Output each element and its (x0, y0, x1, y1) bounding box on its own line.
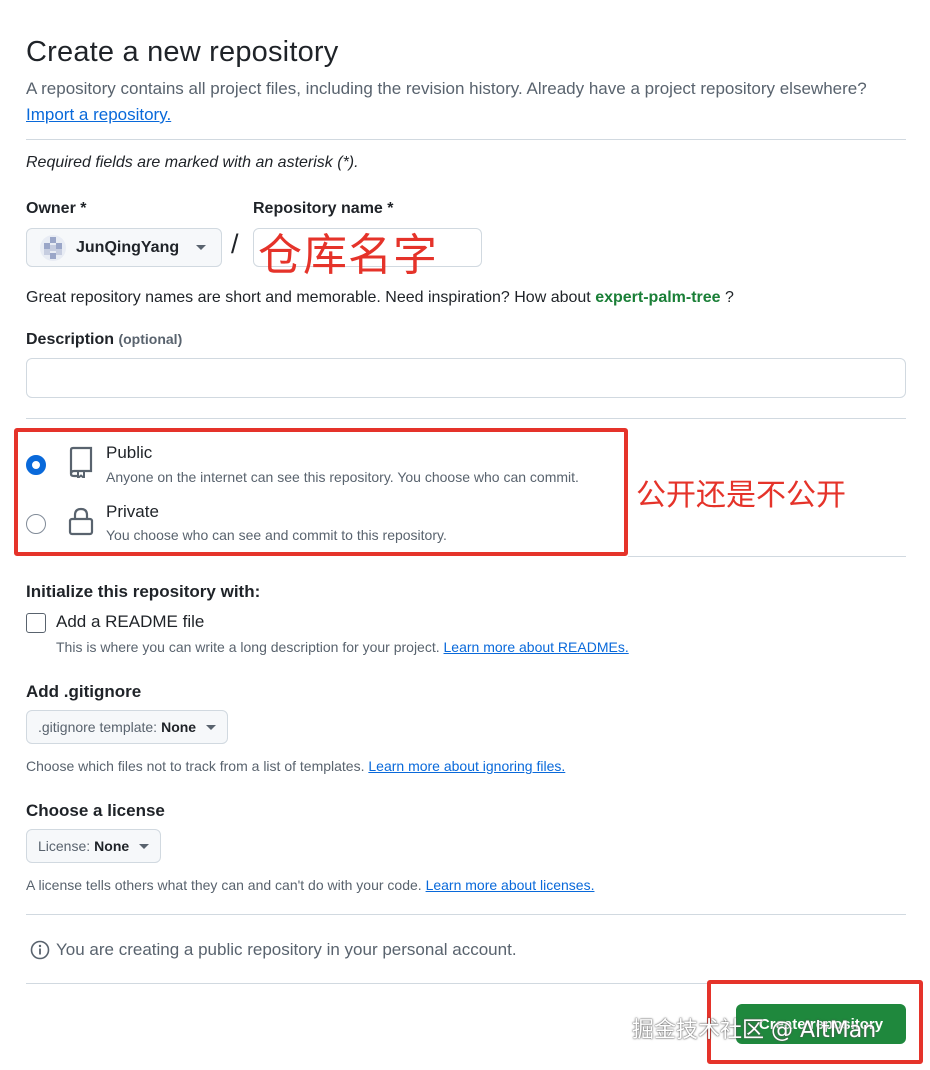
divider (628, 556, 906, 557)
import-repository-link[interactable]: Import a repository. (26, 105, 171, 125)
info-message: You are creating a public repository in … (30, 940, 517, 960)
public-radio[interactable] (26, 455, 46, 475)
add-readme-label[interactable]: Add a README file (56, 612, 204, 632)
avatar (40, 234, 66, 261)
description-label: Description (optional) (26, 331, 182, 349)
optional-tag: (optional) (118, 331, 183, 347)
page-title: Create a new repository (26, 36, 339, 68)
gitignore-select-prefix: .gitignore template: (38, 719, 158, 735)
info-text: You are creating a public repository in … (56, 940, 517, 959)
initialize-section-title: Initialize this repository with: (26, 582, 261, 601)
private-radio[interactable] (26, 514, 46, 534)
license-help: A license tells others what they can and… (26, 877, 594, 893)
repository-name-annotation: 仓库名字 (258, 230, 438, 281)
license-help-text: A license tells others what they can and… (26, 877, 422, 893)
required-fields-note: Required fields are marked with an aster… (26, 154, 359, 171)
lock-icon (68, 507, 94, 536)
create-repository-button[interactable]: Create repository (736, 1004, 906, 1044)
page-subtitle: A repository contains all project files,… (26, 79, 867, 98)
license-select-prefix: License: (38, 838, 91, 854)
inspiration-suffix: ? (725, 289, 734, 306)
chevron-down-icon (139, 843, 150, 849)
name-inspiration: Great repository names are short and mem… (26, 289, 734, 307)
divider (26, 914, 906, 915)
license-select-value: None (94, 838, 130, 854)
readme-learn-more-link[interactable]: Learn more about READMEs. (444, 639, 629, 655)
repo-icon (69, 446, 93, 478)
gitignore-learn-more-link[interactable]: Learn more about ignoring files. (368, 758, 565, 774)
gitignore-help: Choose which files not to track from a l… (26, 758, 565, 774)
gitignore-select-value: None (161, 719, 197, 735)
divider (26, 983, 906, 984)
description-input[interactable] (26, 358, 906, 398)
name-suggestion-link[interactable]: expert-palm-tree (595, 289, 720, 306)
private-option-title: Private (106, 502, 159, 521)
readme-help: This is where you can write a long descr… (56, 639, 629, 655)
public-option-desc: Anyone on the internet can see this repo… (106, 469, 579, 485)
divider (26, 418, 906, 419)
repository-name-label: Repository name * (253, 200, 394, 217)
visibility-annotation: 公开还是不公开 (636, 478, 846, 513)
info-icon (30, 940, 50, 960)
private-option-desc: You choose who can see and commit to thi… (106, 527, 447, 543)
chevron-down-icon (206, 724, 217, 730)
owner-select-button[interactable]: JunQingYang (26, 228, 222, 267)
owner-name: JunQingYang (76, 238, 180, 256)
owner-repo-separator: / (231, 229, 239, 259)
license-learn-more-link[interactable]: Learn more about licenses. (426, 877, 595, 893)
gitignore-section-title: Add .gitignore (26, 682, 142, 701)
gitignore-template-select[interactable]: .gitignore template: None (26, 710, 229, 744)
readme-help-text: This is where you can write a long descr… (56, 639, 440, 655)
gitignore-help-text: Choose which files not to track from a l… (26, 758, 365, 774)
divider (26, 139, 906, 140)
public-option-title: Public (106, 443, 153, 462)
inspiration-text: Great repository names are short and mem… (26, 289, 591, 306)
add-readme-checkbox[interactable] (26, 613, 46, 633)
chevron-down-icon (196, 245, 206, 250)
license-select[interactable]: License: None (26, 829, 162, 863)
license-section-title: Choose a license (26, 801, 165, 820)
description-label-text: Description (26, 331, 115, 348)
owner-label: Owner * (26, 200, 87, 217)
